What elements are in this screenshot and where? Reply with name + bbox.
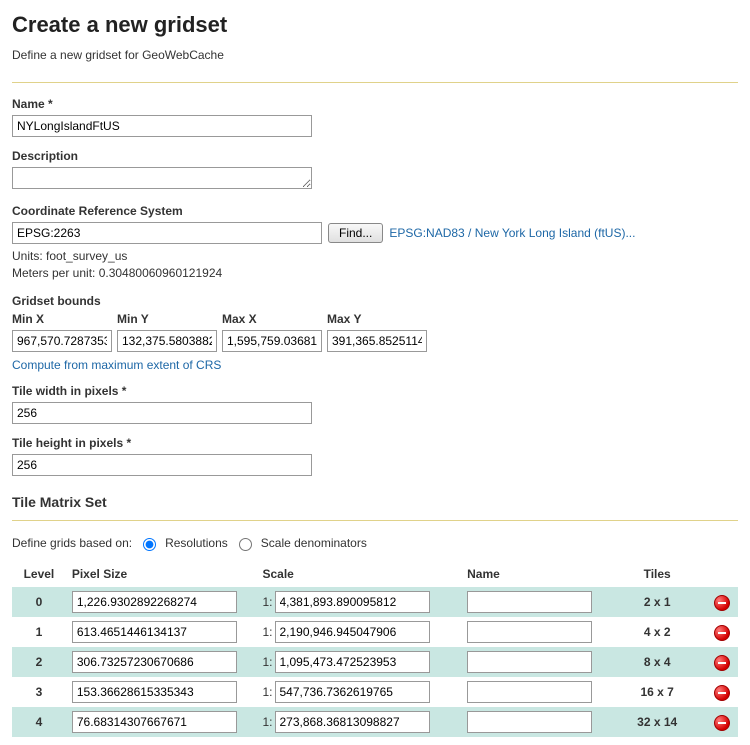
basis-scale-radio[interactable] (239, 538, 252, 551)
basis-resolutions-label: Resolutions (165, 536, 228, 550)
level-name-input[interactable] (467, 621, 592, 643)
tile-height-label: Tile height in pixels * (12, 436, 738, 450)
name-input[interactable] (12, 115, 312, 137)
units-value: foot_survey_us (46, 249, 127, 263)
pixel-size-input[interactable] (72, 651, 237, 673)
description-label: Description (12, 149, 738, 163)
level-name-input[interactable] (467, 711, 592, 733)
basis-scale-label: Scale denominators (261, 536, 367, 550)
table-row: 0 1: 2 x 1 (12, 587, 738, 617)
maxy-label: Max Y (327, 312, 427, 326)
minx-input[interactable] (12, 330, 112, 352)
remove-level-icon[interactable] (714, 685, 730, 701)
remove-level-icon[interactable] (714, 595, 730, 611)
compute-extent-link[interactable]: Compute from maximum extent of CRS (12, 358, 221, 372)
pixel-size-input[interactable] (72, 591, 237, 613)
table-row: 2 1: 8 x 4 (12, 647, 738, 677)
scale-input[interactable] (275, 591, 430, 613)
remove-level-icon[interactable] (714, 655, 730, 671)
col-name: Name (461, 561, 609, 587)
level-cell: 4 (12, 707, 66, 737)
scale-prefix: 1: (262, 625, 272, 639)
pixel-size-input[interactable] (72, 711, 237, 733)
tile-matrix-table: Level Pixel Size Scale Name Tiles 0 1: 2 x… (12, 561, 738, 737)
level-name-input[interactable] (467, 681, 592, 703)
level-cell: 0 (12, 587, 66, 617)
maxy-input[interactable] (327, 330, 427, 352)
page-title: Create a new gridset (12, 12, 738, 38)
mpu-prefix: Meters per unit: (12, 266, 99, 280)
col-scale: Scale (256, 561, 461, 587)
mpu-value: 0.30480060960121924 (99, 266, 222, 280)
maxx-label: Max X (222, 312, 322, 326)
tile-width-input[interactable] (12, 402, 312, 424)
scale-prefix: 1: (262, 715, 272, 729)
tiles-cell: 8 x 4 (609, 647, 706, 677)
page-subtitle: Define a new gridset for GeoWebCache (12, 48, 738, 62)
table-row: 3 1: 16 x 7 (12, 677, 738, 707)
find-crs-button[interactable]: Find... (328, 223, 383, 243)
scale-input[interactable] (275, 681, 430, 703)
level-cell: 2 (12, 647, 66, 677)
tiles-cell: 32 x 14 (609, 707, 706, 737)
miny-label: Min Y (117, 312, 217, 326)
tiles-cell: 4 x 2 (609, 617, 706, 647)
level-cell: 1 (12, 617, 66, 647)
tile-matrix-heading: Tile Matrix Set (12, 494, 738, 510)
bounds-label: Gridset bounds (12, 294, 738, 308)
tile-width-label: Tile width in pixels * (12, 384, 738, 398)
tile-height-input[interactable] (12, 454, 312, 476)
level-name-input[interactable] (467, 591, 592, 613)
col-tiles: Tiles (609, 561, 706, 587)
pixel-size-input[interactable] (72, 621, 237, 643)
level-name-input[interactable] (467, 651, 592, 673)
table-row: 1 1: 4 x 2 (12, 617, 738, 647)
scale-input[interactable] (275, 651, 430, 673)
scale-input[interactable] (275, 621, 430, 643)
divider (12, 82, 738, 83)
maxx-input[interactable] (222, 330, 322, 352)
col-level: Level (12, 561, 66, 587)
scale-prefix: 1: (262, 685, 272, 699)
name-label: Name * (12, 97, 738, 111)
tiles-cell: 16 x 7 (609, 677, 706, 707)
tiles-cell: 2 x 1 (609, 587, 706, 617)
basis-resolutions-radio[interactable] (143, 538, 156, 551)
divider (12, 520, 738, 521)
scale-prefix: 1: (262, 595, 272, 609)
scale-input[interactable] (275, 711, 430, 733)
miny-input[interactable] (117, 330, 217, 352)
minx-label: Min X (12, 312, 112, 326)
description-input[interactable] (12, 167, 312, 189)
basis-row: Define grids based on: Resolutions Scale… (12, 535, 738, 551)
scale-prefix: 1: (262, 655, 272, 669)
basis-label: Define grids based on: (12, 536, 132, 550)
table-row: 4 1: 32 x 14 (12, 707, 738, 737)
pixel-size-input[interactable] (72, 681, 237, 703)
level-cell: 3 (12, 677, 66, 707)
crs-display-link[interactable]: EPSG:NAD83 / New York Long Island (ftUS)… (389, 226, 635, 240)
crs-label: Coordinate Reference System (12, 204, 738, 218)
crs-input[interactable] (12, 222, 322, 244)
col-remove (706, 561, 738, 587)
units-prefix: Units: (12, 249, 46, 263)
col-pixel: Pixel Size (66, 561, 257, 587)
crs-units-info: Units: foot_survey_us Meters per unit: 0… (12, 248, 738, 282)
remove-level-icon[interactable] (714, 625, 730, 641)
